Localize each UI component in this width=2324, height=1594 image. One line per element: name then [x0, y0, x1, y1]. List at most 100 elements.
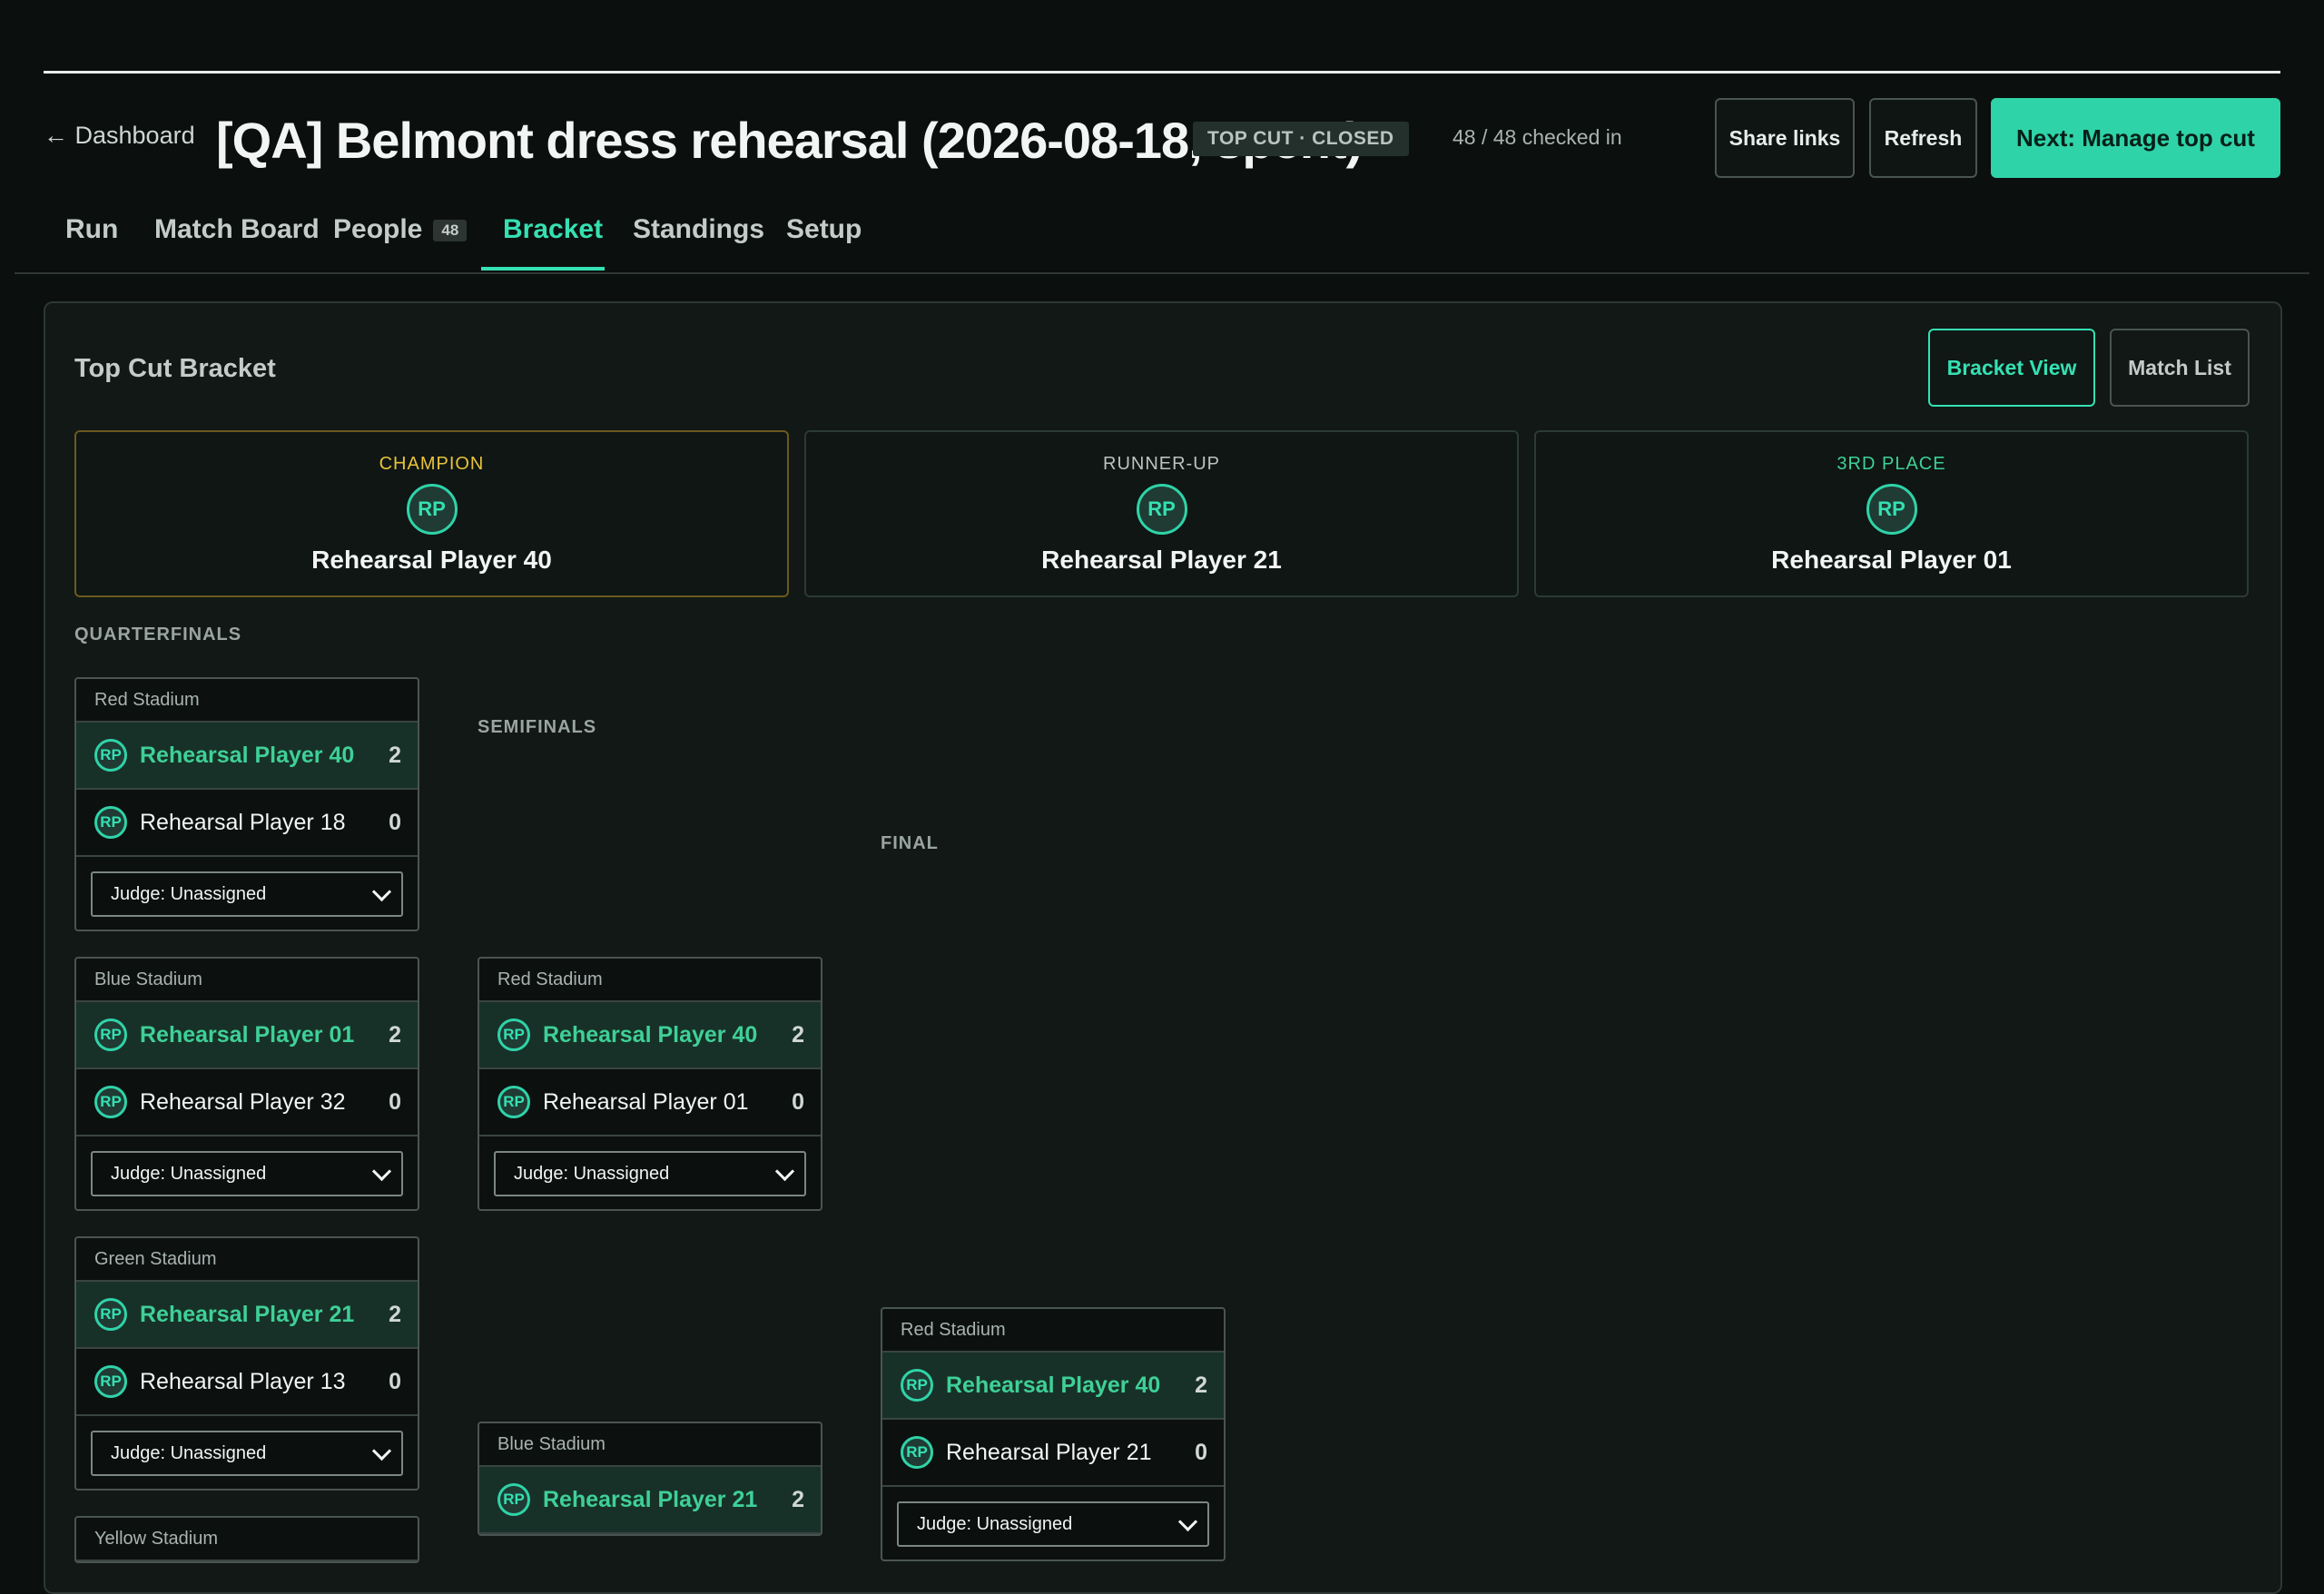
runner-up-name: Rehearsal Player 21: [1041, 546, 1282, 574]
player-row-winner[interactable]: RP Rehearsal Player 40 2: [76, 723, 418, 790]
judge-select[interactable]: Judge: Unassigned: [494, 1151, 806, 1196]
avatar: RP: [901, 1436, 933, 1469]
player-name: Rehearsal Player 21: [140, 1301, 355, 1327]
panel-title: Top Cut Bracket: [74, 354, 276, 383]
tab-people-label: People: [333, 214, 423, 244]
player-score: 2: [389, 1021, 401, 1048]
avatar: RP: [94, 806, 127, 839]
match-card-qf3: Green Stadium RP Rehearsal Player 21 2 R…: [74, 1236, 419, 1491]
champion-name: Rehearsal Player 40: [311, 546, 552, 574]
match-list-button[interactable]: Match List: [2110, 329, 2250, 407]
avatar: RP: [497, 1483, 530, 1516]
tab-people[interactable]: People 48: [333, 214, 468, 245]
match-stadium: Red Stadium: [479, 959, 821, 1002]
player-row[interactable]: RP Rehearsal Player 01 0: [479, 1069, 821, 1136]
player-score: 2: [1195, 1372, 1207, 1398]
tab-bar: Run Match Board People 48 Bracket Standin…: [15, 202, 2309, 274]
page-header: ← Dashboard [QA] Belmont dress rehearsal…: [44, 98, 2280, 178]
player-row-winner[interactable]: RP Rehearsal Player 01 2: [76, 1002, 418, 1069]
player-row-winner[interactable]: RP Rehearsal Player 21 2: [76, 1282, 418, 1349]
avatar: RP: [497, 1086, 530, 1118]
top-cut-bracket-panel: Top Cut Bracket Bracket View Match List …: [44, 301, 2282, 1594]
match-stadium: Red Stadium: [882, 1309, 1224, 1353]
match-card-qf1: Red Stadium RP Rehearsal Player 40 2 RP …: [74, 677, 419, 931]
player-name: Rehearsal Player 01: [543, 1088, 749, 1115]
judge-value: Judge: Unassigned: [111, 883, 267, 904]
champion-card: CHAMPION RP Rehearsal Player 40: [74, 430, 789, 597]
judge-value: Judge: Unassigned: [514, 1163, 670, 1184]
match-stadium: Red Stadium: [76, 679, 418, 723]
player-score: 0: [389, 1088, 401, 1115]
judge-value: Judge: Unassigned: [111, 1163, 267, 1184]
active-tab-indicator: [481, 267, 605, 271]
avatar: RP: [901, 1369, 933, 1402]
player-row[interactable]: RP Rehearsal Player 21 0: [882, 1420, 1224, 1487]
player-name: Rehearsal Player 40: [946, 1372, 1161, 1398]
player-row-winner[interactable]: RP Rehearsal Player 21 2: [479, 1467, 821, 1534]
next-manage-top-cut-button[interactable]: Next: Manage top cut: [1991, 98, 2280, 178]
third-place-label: 3RD PLACE: [1837, 454, 1946, 474]
avatar: RP: [1136, 484, 1187, 535]
player-name: Rehearsal Player 21: [543, 1486, 758, 1512]
chevron-down-icon: [371, 881, 392, 901]
player-name: Rehearsal Player 21: [946, 1439, 1152, 1465]
player-row[interactable]: RP Rehearsal Player 13 0: [76, 1349, 418, 1416]
avatar: RP: [497, 1018, 530, 1051]
judge-select[interactable]: Judge: Unassigned: [91, 871, 403, 917]
share-links-button[interactable]: Share links: [1715, 98, 1855, 178]
player-score: 0: [1195, 1439, 1207, 1465]
judge-select[interactable]: Judge: Unassigned: [91, 1431, 403, 1476]
match-card-final: Red Stadium RP Rehearsal Player 40 2 RP …: [881, 1307, 1226, 1561]
avatar: RP: [94, 1365, 127, 1398]
match-stadium: Green Stadium: [76, 1238, 418, 1282]
judge-select[interactable]: Judge: Unassigned: [897, 1501, 1209, 1547]
people-count-badge: 48: [433, 220, 468, 242]
tab-run[interactable]: Run: [65, 214, 118, 245]
player-row-winner[interactable]: RP Rehearsal Player 40 2: [479, 1002, 821, 1069]
avatar: RP: [94, 1018, 127, 1051]
player-score: 0: [389, 1368, 401, 1394]
player-name: Rehearsal Player 13: [140, 1368, 346, 1394]
tab-bracket[interactable]: Bracket: [503, 214, 603, 245]
player-score: 2: [792, 1021, 804, 1048]
player-row-winner[interactable]: RP Rehearsal Player 40 2: [882, 1353, 1224, 1420]
checked-in-count: 48 / 48 checked in: [1452, 125, 1622, 149]
semifinals-label: SEMIFINALS: [478, 717, 597, 737]
avatar: RP: [94, 1298, 127, 1331]
third-place-name: Rehearsal Player 01: [1771, 546, 2012, 574]
player-name: Rehearsal Player 32: [140, 1088, 346, 1115]
bracket-view-button[interactable]: Bracket View: [1928, 329, 2095, 407]
judge-select[interactable]: Judge: Unassigned: [91, 1151, 403, 1196]
chevron-down-icon: [371, 1441, 392, 1461]
third-place-card: 3RD PLACE RP Rehearsal Player 01: [1534, 430, 2249, 597]
chevron-down-icon: [774, 1161, 795, 1181]
avatar: RP: [406, 484, 458, 535]
tab-setup[interactable]: Setup: [786, 214, 862, 245]
player-row[interactable]: RP Rehearsal Player 32 0: [76, 1069, 418, 1136]
chevron-down-icon: [371, 1161, 392, 1181]
tab-standings[interactable]: Standings: [633, 214, 764, 245]
match-card-qf4: Yellow Stadium: [74, 1516, 419, 1563]
back-to-dashboard-link[interactable]: ← Dashboard: [44, 122, 195, 150]
page-title: [QA] Belmont dress rehearsal (2026-08-18…: [216, 112, 1363, 169]
match-card-sf1: Red Stadium RP Rehearsal Player 40 2 RP …: [478, 957, 822, 1211]
player-name: Rehearsal Player 40: [543, 1021, 758, 1048]
match-stadium: Blue Stadium: [479, 1423, 821, 1467]
match-card-sf2: Blue Stadium RP Rehearsal Player 21 2: [478, 1422, 822, 1536]
player-row[interactable]: RP Rehearsal Player 18 0: [76, 790, 418, 857]
match-stadium: Blue Stadium: [76, 959, 418, 1002]
judge-value: Judge: Unassigned: [917, 1513, 1073, 1534]
match-card-qf2: Blue Stadium RP Rehearsal Player 01 2 RP…: [74, 957, 419, 1211]
refresh-button[interactable]: Refresh: [1869, 98, 1977, 178]
player-score: 2: [792, 1486, 804, 1512]
tab-match-board[interactable]: Match Board: [154, 214, 320, 245]
judge-value: Judge: Unassigned: [111, 1442, 267, 1463]
player-name: Rehearsal Player 01: [140, 1021, 355, 1048]
top-divider: [44, 71, 2280, 74]
final-label: FINAL: [881, 833, 939, 853]
match-stadium: Yellow Stadium: [76, 1518, 418, 1561]
avatar: RP: [94, 739, 127, 772]
runner-up-label: RUNNER-UP: [1103, 454, 1220, 474]
player-name: Rehearsal Player 40: [140, 742, 355, 768]
chevron-down-icon: [1177, 1511, 1198, 1531]
